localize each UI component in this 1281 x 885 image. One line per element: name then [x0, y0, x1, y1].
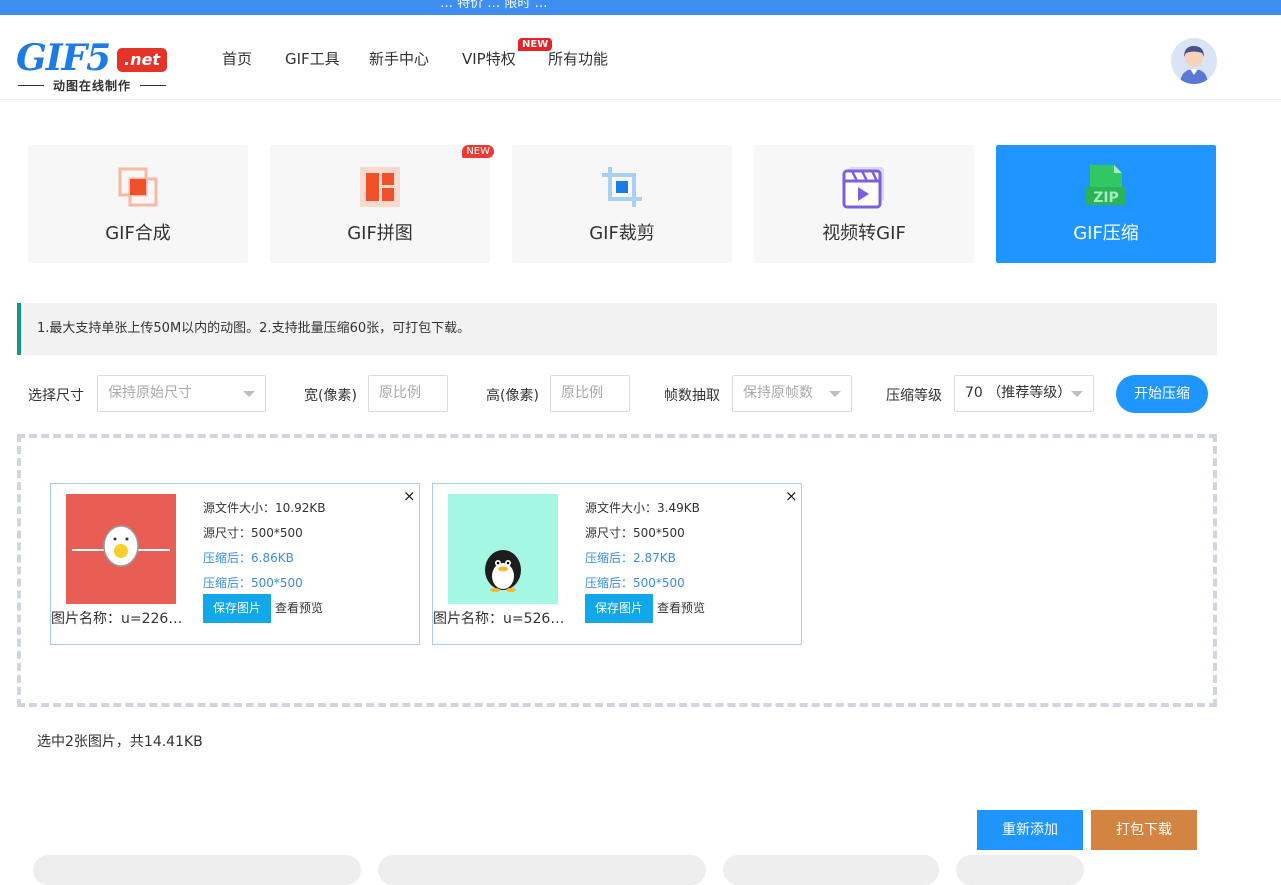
- size-select-value: 保持原始尺寸: [108, 385, 192, 401]
- file-card: 源文件大小：10.92KB 源尺寸：500*500 压缩后：6.86KB 压缩后…: [50, 483, 420, 645]
- site-logo[interactable]: GIF5 .net 动图在线制作: [16, 37, 168, 95]
- file-card: 源文件大小：3.49KB 源尺寸：500*500 压缩后：2.87KB 压缩后：…: [432, 483, 802, 645]
- tool-gif-merge[interactable]: GIF合成: [28, 145, 248, 263]
- close-icon[interactable]: ×: [403, 487, 416, 505]
- close-icon[interactable]: ×: [785, 487, 798, 505]
- tool-label: GIF拼图: [347, 223, 413, 244]
- tool-label: 视频转GIF: [822, 223, 906, 244]
- level-select[interactable]: 70 （推荐等级）: [954, 375, 1094, 412]
- tool-label: GIF裁剪: [589, 223, 655, 244]
- site-header: GIF5 .net 动图在线制作 首页 GIF工具 新手中心 VIP特权 NEW…: [0, 15, 1281, 100]
- save-image-button[interactable]: 保存图片: [585, 594, 653, 623]
- level-label: 压缩等级: [886, 388, 942, 404]
- source-dimensions: 源尺寸：500*500: [585, 526, 685, 540]
- nav-all-features[interactable]: 所有功能: [548, 48, 608, 69]
- selection-summary: 选中2张图片，共14.41KB: [37, 734, 203, 750]
- bottom-card[interactable]: [956, 855, 1084, 885]
- zip-icon: ZIP: [1086, 165, 1126, 206]
- tool-gif-compress[interactable]: ZIP GIF压缩: [996, 145, 1216, 263]
- file-name: 图片名称：u=526…: [433, 611, 565, 627]
- level-select-value: 70 （推荐等级）: [965, 385, 1072, 401]
- source-dimensions: 源尺寸：500*500: [203, 526, 303, 540]
- collage-new-badge: NEW: [462, 145, 494, 158]
- upload-notice: 1.最大支持单张上传50M以内的动图。2.支持批量压缩60张，可打包下载。: [17, 303, 1217, 355]
- bottom-card[interactable]: [378, 855, 706, 885]
- start-compress-button[interactable]: 开始压缩: [1116, 375, 1208, 413]
- user-avatar[interactable]: [1171, 38, 1217, 84]
- bottom-card[interactable]: [723, 855, 939, 885]
- penguin-image: [485, 550, 521, 592]
- file-thumbnail: [66, 494, 176, 604]
- collage-icon: [360, 167, 400, 207]
- tool-label: GIF压缩: [1073, 223, 1139, 244]
- preview-link[interactable]: 查看预览: [657, 599, 705, 616]
- promo-text: … 特价 … 限时 …: [440, 0, 548, 11]
- height-label: 高(像素): [486, 388, 539, 404]
- source-size: 源文件大小：3.49KB: [585, 501, 700, 515]
- nav-gif-tools[interactable]: GIF工具: [285, 48, 340, 69]
- promo-strip[interactable]: … 特价 … 限时 …: [0, 0, 1281, 15]
- width-input[interactable]: 原比例: [368, 375, 448, 412]
- tool-video-to-gif[interactable]: 视频转GIF: [754, 145, 974, 263]
- file-name: 图片名称：u=226…: [51, 611, 183, 627]
- preview-link[interactable]: 查看预览: [275, 599, 323, 616]
- readd-button[interactable]: 重新添加: [977, 810, 1083, 850]
- chevron-down-icon: [243, 391, 255, 397]
- compressed-size: 压缩后：6.86KB: [203, 551, 294, 565]
- chick-image: [72, 525, 170, 567]
- nav-home[interactable]: 首页: [222, 48, 252, 69]
- nav-vip[interactable]: VIP特权: [462, 48, 516, 69]
- frames-select[interactable]: 保持原帧数: [732, 375, 852, 412]
- compressed-dimensions: 压缩后：500*500: [585, 576, 685, 590]
- frames-label: 帧数抽取: [664, 388, 720, 404]
- video-icon: [842, 167, 884, 209]
- avatar-icon: [1180, 46, 1208, 84]
- logo-net-badge: .net: [117, 48, 167, 72]
- size-label: 选择尺寸: [28, 388, 84, 404]
- save-image-button[interactable]: 保存图片: [203, 594, 271, 623]
- tool-gif-crop[interactable]: GIF裁剪: [512, 145, 732, 263]
- file-thumbnail: [448, 494, 558, 604]
- chevron-down-icon: [829, 391, 841, 397]
- logo-tagline: 动图在线制作: [16, 77, 168, 94]
- bottom-card[interactable]: [33, 855, 361, 885]
- chevron-down-icon: [1071, 391, 1083, 397]
- width-label: 宽(像素): [304, 388, 357, 404]
- merge-icon: [118, 167, 158, 207]
- tool-gif-collage[interactable]: NEW GIF拼图: [270, 145, 494, 263]
- svg-text:ZIP: ZIP: [1093, 190, 1119, 206]
- frames-select-value: 保持原帧数: [743, 385, 813, 401]
- nav-beginner-center[interactable]: 新手中心: [369, 48, 429, 69]
- logo-wordmark: GIF5: [16, 37, 111, 79]
- source-size: 源文件大小：10.92KB: [203, 501, 326, 515]
- compressed-size: 压缩后：2.87KB: [585, 551, 676, 565]
- crop-icon: [602, 167, 642, 207]
- width-placeholder: 原比例: [379, 385, 421, 401]
- compressed-dimensions: 压缩后：500*500: [203, 576, 303, 590]
- tool-label: GIF合成: [105, 223, 171, 244]
- height-input[interactable]: 原比例: [550, 375, 630, 412]
- download-zip-button[interactable]: 打包下载: [1091, 810, 1197, 850]
- size-select[interactable]: 保持原始尺寸: [97, 375, 266, 412]
- height-placeholder: 原比例: [561, 385, 603, 401]
